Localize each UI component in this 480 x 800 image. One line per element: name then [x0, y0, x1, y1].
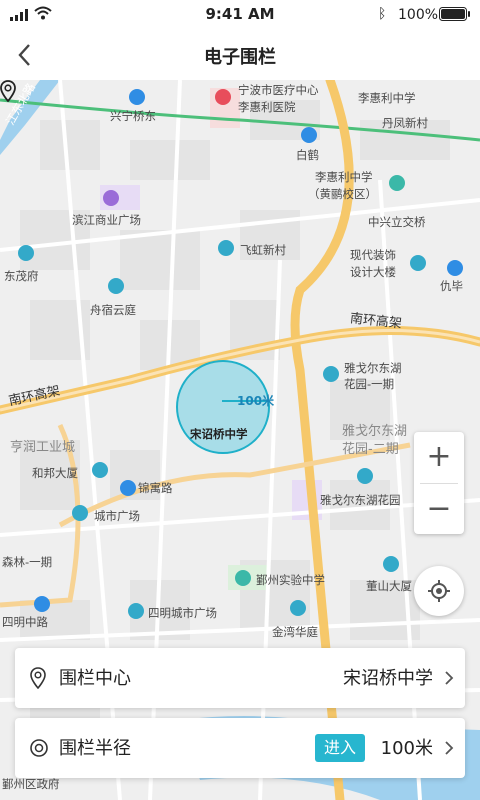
- building-icon: [18, 245, 34, 261]
- building-icon: [383, 556, 399, 572]
- chevron-right-icon: [445, 671, 454, 685]
- battery-percent: 100%: [398, 7, 439, 23]
- battery-icon: [439, 7, 470, 21]
- zoom-out-button[interactable]: −: [414, 484, 464, 534]
- metro-station-icon: [447, 260, 463, 276]
- map-label: （黄鹂校区）: [308, 187, 377, 201]
- map-label: 丹凤新村: [382, 116, 428, 130]
- map-label: 李惠利中学: [358, 91, 416, 105]
- map-label: 舟宿云庭: [90, 303, 136, 317]
- map-label: 李惠利中学: [315, 170, 373, 184]
- building-icon: [92, 462, 108, 478]
- fence-radius-label: 围栏半径: [59, 738, 131, 759]
- map-label: 兴宁桥东: [110, 109, 156, 123]
- map-label: 董山大厦: [366, 579, 412, 593]
- geofence-center-name: 宋诏桥中学: [190, 427, 248, 441]
- map-label: 城市广场: [94, 509, 140, 523]
- map-label: 设计大楼: [350, 265, 396, 279]
- fence-radius-row[interactable]: 围栏半径 进入 100米: [15, 718, 465, 778]
- hospital-icon: [215, 89, 231, 105]
- zoom-in-button[interactable]: +: [414, 432, 464, 482]
- zoom-control: + −: [414, 432, 464, 534]
- map-label: 东茂府: [4, 269, 39, 283]
- map-label: 中兴立交桥: [368, 215, 426, 229]
- location-pin-icon: [30, 667, 46, 689]
- building-icon: [72, 505, 88, 521]
- fence-center-label: 围栏中心: [59, 668, 131, 689]
- map-label: 花园-二期: [342, 442, 399, 457]
- geofence-radius-label: 100米: [237, 394, 275, 408]
- metro-station-icon: [34, 596, 50, 612]
- building-icon: [410, 255, 426, 271]
- chevron-right-icon: [445, 741, 454, 755]
- map-label: 雅戈尔东湖花园: [320, 493, 401, 507]
- map-label: 李惠利医院: [238, 100, 296, 114]
- map-label: 金湾华庭: [272, 625, 318, 639]
- map-label: 雅戈尔东湖: [344, 361, 402, 375]
- map-label: 仇毕: [440, 279, 463, 293]
- locate-button[interactable]: [414, 566, 464, 616]
- enter-trigger-badge[interactable]: 进入: [314, 734, 365, 762]
- metro-station-icon: [129, 89, 145, 105]
- map-label: 花园-一期: [344, 377, 395, 391]
- metro-station-icon: [301, 127, 317, 143]
- building-icon: [218, 240, 234, 256]
- map-label: 鄞州区政府: [2, 777, 60, 791]
- location-pin-icon: [0, 80, 16, 102]
- building-icon: [108, 278, 124, 294]
- map-label: 四明城市广场: [148, 606, 217, 620]
- crosshair-icon: [428, 580, 450, 602]
- status-bar: 9:41 AM ᛒ 100%: [0, 0, 480, 30]
- school-icon: [389, 175, 405, 191]
- shopping-icon: [103, 190, 119, 206]
- map-label: 森林-一期: [2, 555, 53, 569]
- fence-radius-value: 100米: [380, 738, 433, 759]
- fence-center-row[interactable]: 围栏中心 宋诏桥中学: [15, 648, 465, 708]
- map-label: 宁波市医疗中心: [238, 83, 319, 97]
- map-label: 和邦大厦: [32, 466, 78, 480]
- map-label: 白鹤: [296, 148, 319, 162]
- map-label: 现代装饰: [350, 248, 396, 262]
- map-label: 四明中路: [2, 615, 48, 629]
- building-icon: [128, 603, 144, 619]
- map-label: 飞虹新村: [240, 243, 286, 257]
- building-icon: [357, 468, 373, 484]
- school-icon: [235, 570, 251, 586]
- map-label: 锦寓路: [138, 481, 173, 495]
- page-title: 电子围栏: [204, 47, 276, 68]
- metro-station-icon: [120, 480, 136, 496]
- map-label: 亨润工业城: [10, 440, 76, 455]
- map-label: 滨江商业广场: [72, 213, 141, 227]
- radius-circle-icon: [30, 739, 48, 757]
- fence-center-value: 宋诏桥中学: [343, 668, 433, 689]
- building-icon: [323, 366, 339, 382]
- nav-bar: 电子围栏: [0, 30, 480, 80]
- building-icon: [290, 600, 306, 616]
- map-label: 鄞州实验中学: [256, 573, 325, 587]
- map-label: 雅戈尔东湖: [342, 424, 408, 439]
- bluetooth-icon: ᛒ: [378, 6, 387, 22]
